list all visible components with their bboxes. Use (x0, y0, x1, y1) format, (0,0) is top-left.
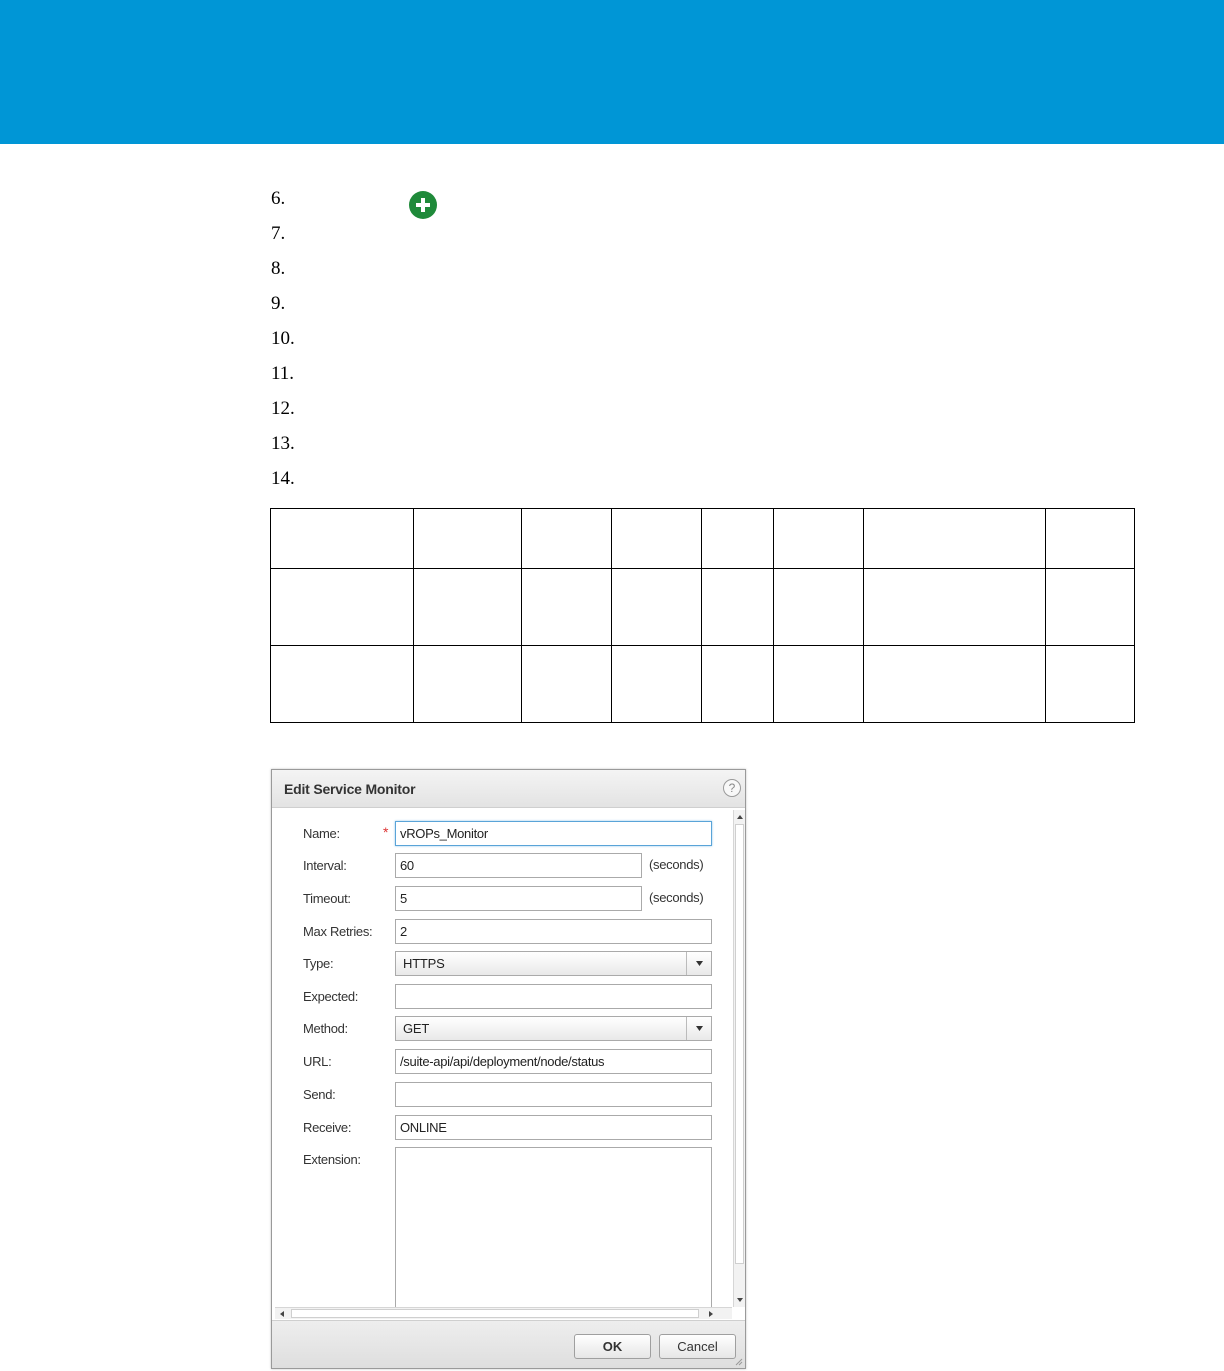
ok-button[interactable]: OK (574, 1334, 651, 1359)
type-selected-value: HTTPS (403, 956, 445, 971)
type-label: Type: (303, 956, 334, 971)
send-input[interactable] (395, 1082, 712, 1107)
timeout-row: Timeout: 5 (seconds) (275, 886, 732, 912)
table-cell (1045, 645, 1135, 723)
url-row: URL: /suite-api/api/deployment/node/stat… (275, 1049, 732, 1075)
table-cell (521, 645, 612, 723)
dialog-title: Edit Service Monitor (284, 781, 416, 797)
dialog-footer: OK Cancel (272, 1320, 745, 1368)
expected-row: Expected: (275, 984, 732, 1010)
name-input[interactable]: vROPs_Monitor (395, 821, 712, 846)
url-label: URL: (303, 1054, 332, 1069)
table-header-cell (611, 508, 702, 569)
table-cell (270, 568, 414, 646)
table-cell (270, 645, 414, 723)
table-header-cell (863, 508, 1046, 569)
table-header-cell (701, 508, 774, 569)
step-item: 11. (271, 363, 295, 384)
table-header-cell (270, 508, 414, 569)
timeout-input[interactable]: 5 (395, 886, 642, 911)
step-item: 7. (271, 223, 286, 244)
table-cell (413, 645, 522, 723)
interval-label: Interval: (303, 858, 347, 873)
table-cell (701, 645, 774, 723)
chevron-down-icon[interactable] (686, 952, 711, 975)
table-row (270, 645, 1135, 723)
method-row: Method: GET (275, 1016, 732, 1042)
type-row: Type: HTTPS (275, 951, 732, 977)
step-item: 6. (271, 188, 286, 209)
name-row: Name: * vROPs_Monitor (275, 821, 732, 847)
table-cell (413, 568, 522, 646)
scroll-down-icon[interactable] (734, 1293, 745, 1307)
step-list: 6. 7. 8. 9. 10. 11. 12. 13. 14. (271, 188, 411, 503)
help-icon[interactable]: ? (723, 779, 741, 797)
send-label: Send: (303, 1087, 336, 1102)
table-cell (521, 568, 612, 646)
step-item: 13. (271, 433, 295, 454)
step-item: 12. (271, 398, 295, 419)
dialog-title-bar[interactable]: Edit Service Monitor ? (272, 770, 745, 808)
resize-grip-icon[interactable] (735, 1358, 743, 1366)
step-item: 14. (271, 468, 295, 489)
name-label: Name: (303, 826, 340, 841)
table-cell (611, 568, 702, 646)
extension-textarea[interactable] (395, 1147, 712, 1307)
table-cell (863, 645, 1046, 723)
table-header-cell (521, 508, 612, 569)
max-retries-input[interactable]: 2 (395, 919, 712, 944)
receive-input[interactable]: ONLINE (395, 1115, 712, 1140)
edit-service-monitor-dialog: Edit Service Monitor ? Name: * vROPs_Mon… (271, 769, 746, 1369)
expected-input[interactable] (395, 984, 712, 1009)
table-cell (863, 568, 1046, 646)
send-row: Send: (275, 1082, 732, 1108)
table-cell (773, 645, 864, 723)
expected-label: Expected: (303, 989, 359, 1004)
step-item: 8. (271, 258, 286, 279)
receive-row: Receive: ONLINE (275, 1115, 732, 1141)
timeout-units: (seconds) (649, 890, 704, 905)
url-input[interactable]: /suite-api/api/deployment/node/status (395, 1049, 712, 1074)
step-item: 9. (271, 293, 286, 314)
table-cell (1045, 568, 1135, 646)
extension-label: Extension: (303, 1152, 361, 1167)
method-selected-value: GET (403, 1021, 430, 1036)
table-cell (701, 568, 774, 646)
interval-row: Interval: 60 (seconds) (275, 853, 732, 879)
table-cell (611, 645, 702, 723)
horizontal-scrollbar[interactable] (275, 1307, 732, 1319)
timeout-label: Timeout: (303, 891, 351, 906)
interval-units: (seconds) (649, 857, 704, 872)
max-retries-label: Max Retries: (303, 924, 373, 939)
chevron-down-icon[interactable] (686, 1017, 711, 1040)
plus-circle-icon (409, 191, 437, 219)
parameter-table (270, 508, 1135, 723)
method-label: Method: (303, 1021, 348, 1036)
scroll-up-icon[interactable] (734, 810, 745, 824)
horizontal-scroll-thumb[interactable] (291, 1309, 699, 1318)
scroll-left-icon[interactable] (275, 1308, 289, 1319)
required-marker: * (383, 824, 389, 840)
step-item: 10. (271, 328, 295, 349)
vertical-scroll-thumb[interactable] (735, 824, 744, 1264)
extension-row: Extension: (275, 1147, 732, 1307)
max-retries-row: Max Retries: 2 (275, 919, 732, 945)
cancel-button[interactable]: Cancel (659, 1334, 736, 1359)
table-header-row (270, 508, 1135, 569)
table-header-cell (1045, 508, 1135, 569)
receive-label: Receive: (303, 1120, 352, 1135)
dialog-form: Name: * vROPs_Monitor Interval: 60 (seco… (275, 810, 732, 1307)
vertical-scrollbar[interactable] (733, 810, 745, 1307)
table-cell (773, 568, 864, 646)
table-header-cell (413, 508, 522, 569)
header-banner (0, 0, 1224, 144)
table-header-cell (773, 508, 864, 569)
interval-input[interactable]: 60 (395, 853, 642, 878)
type-select[interactable]: HTTPS (395, 951, 712, 976)
table-row (270, 568, 1135, 646)
scroll-right-icon[interactable] (704, 1308, 718, 1319)
method-select[interactable]: GET (395, 1016, 712, 1041)
